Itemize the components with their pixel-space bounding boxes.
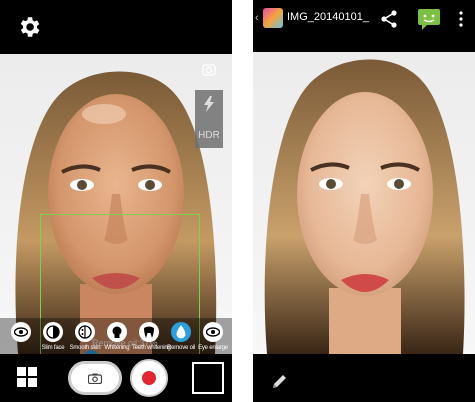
record-dot-icon — [142, 371, 156, 385]
hdr-toggle[interactable]: HDR — [195, 122, 223, 148]
video-record-button[interactable] — [130, 359, 168, 397]
camera-screen: HDR Remove oil:37% Slim face Smooth skin — [0, 0, 232, 402]
file-name-title: IMG_20140101_ — [287, 11, 369, 23]
photo-view[interactable] — [253, 52, 475, 354]
back-chevron-icon[interactable]: ‹ — [255, 12, 259, 24]
effect-remove-oil[interactable]: Remove oil — [164, 322, 198, 354]
gallery-app-icon[interactable] — [263, 8, 283, 28]
whitening-icon — [107, 322, 127, 342]
beauty-effects-bar: Slim face Smooth skin Whitening Teeth wh… — [0, 318, 232, 354]
viewer-bottom-bar — [253, 354, 475, 402]
photo-shutter-button[interactable] — [68, 361, 122, 395]
effect-slim-face[interactable]: Slim face — [36, 322, 70, 354]
edited-face-image — [264, 59, 465, 354]
smooth-skin-icon — [75, 322, 95, 342]
grid-menu-icon[interactable] — [16, 366, 38, 388]
gallery-thumbnail[interactable] — [192, 362, 224, 394]
camera-top-bar — [0, 0, 232, 54]
gallery-viewer-screen: ‹ IMG_20140101_ — [253, 0, 475, 402]
pencil-edit-icon[interactable] — [271, 372, 289, 390]
effect-label: Teeth whitening — [132, 345, 171, 351]
effect-label: Remove oil — [166, 345, 195, 351]
camera-preview[interactable]: HDR Remove oil:37% — [0, 54, 232, 354]
effect-teeth-whitening[interactable]: Teeth whitening — [132, 322, 171, 354]
share-icon[interactable] — [379, 9, 399, 29]
effect-whitening[interactable]: Whitening — [100, 322, 134, 354]
flash-icon[interactable] — [203, 96, 215, 112]
drop-icon — [171, 322, 191, 342]
effect-smooth-skin[interactable]: Smooth skin — [68, 322, 102, 354]
effect-eye[interactable] — [4, 322, 38, 354]
tooth-icon — [139, 322, 159, 342]
gear-icon[interactable] — [16, 14, 42, 40]
camera-icon — [88, 373, 102, 384]
effect-label: Whitening — [104, 345, 130, 351]
camera-bottom-bar — [0, 354, 232, 402]
viewer-action-bar: ‹ IMG_20140101_ — [253, 0, 475, 40]
overflow-menu-icon[interactable] — [458, 10, 464, 28]
effect-label: Eye enlarge — [198, 345, 228, 351]
eye-icon — [203, 322, 223, 342]
eye-icon — [11, 322, 31, 342]
effect-eye-enlarge[interactable]: Eye enlarge — [196, 322, 230, 354]
effect-label: Smooth skin — [69, 345, 101, 351]
face-shape-icon — [43, 322, 63, 342]
switch-camera-icon[interactable] — [201, 62, 217, 78]
message-icon[interactable] — [417, 7, 441, 31]
effect-label: Slim face — [41, 345, 65, 351]
